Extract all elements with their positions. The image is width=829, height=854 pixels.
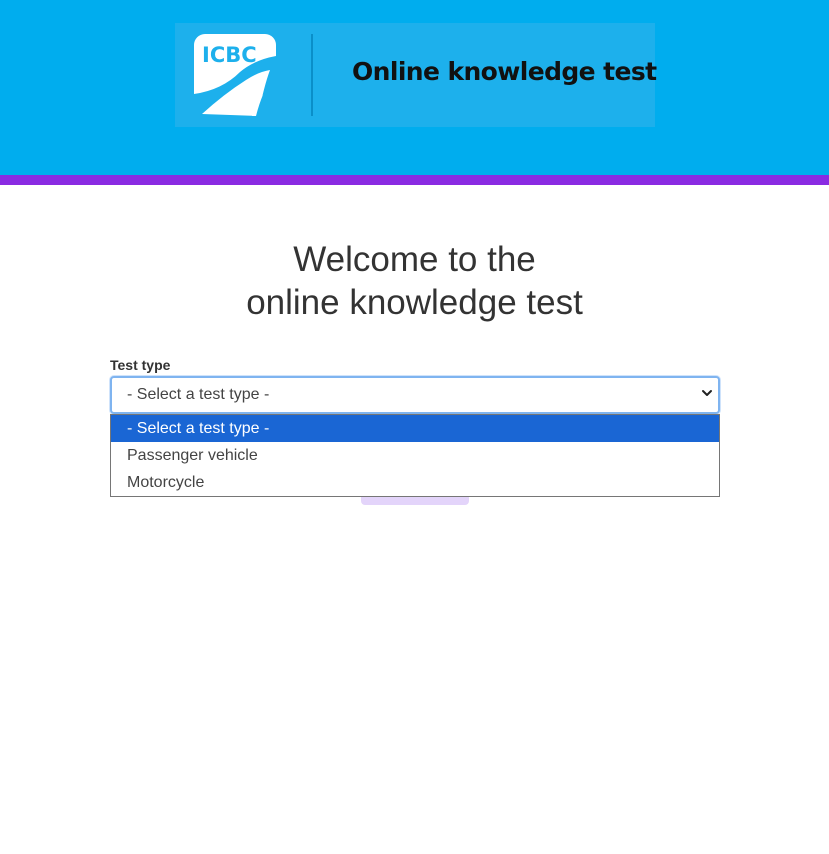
header-accent-stripe — [0, 175, 829, 185]
option-label: Passenger vehicle — [127, 447, 258, 464]
test-type-label: Test type — [110, 357, 171, 373]
page-heading-line-1: Welcome to the — [293, 240, 536, 279]
option-label: - Select a test type - — [127, 420, 270, 437]
test-type-dropdown-list: - Select a test type - Passenger vehicle… — [110, 414, 720, 497]
option-label: Motorcycle — [127, 474, 205, 491]
test-type-select-value: - Select a test type - — [127, 386, 270, 403]
test-type-option-select[interactable]: - Select a test type - — [111, 415, 719, 442]
banner-divider — [311, 34, 313, 116]
logo-text: ICBC — [202, 43, 257, 67]
header-banner: ICBC Online knowledge test — [175, 23, 657, 127]
header-title: Online knowledge test — [352, 57, 657, 86]
icbc-logo-icon[interactable]: ICBC — [194, 34, 276, 116]
test-type-select[interactable]: - Select a test type - — [110, 376, 720, 414]
site-header: ICBC Online knowledge test — [0, 0, 829, 175]
chevron-down-icon — [702, 390, 712, 396]
page-heading: Welcome to the online knowledge test — [0, 238, 829, 324]
test-type-option-motorcycle[interactable]: Motorcycle — [111, 469, 719, 496]
test-type-option-passenger-vehicle[interactable]: Passenger vehicle — [111, 442, 719, 469]
page-heading-line-2: online knowledge test — [246, 283, 583, 322]
